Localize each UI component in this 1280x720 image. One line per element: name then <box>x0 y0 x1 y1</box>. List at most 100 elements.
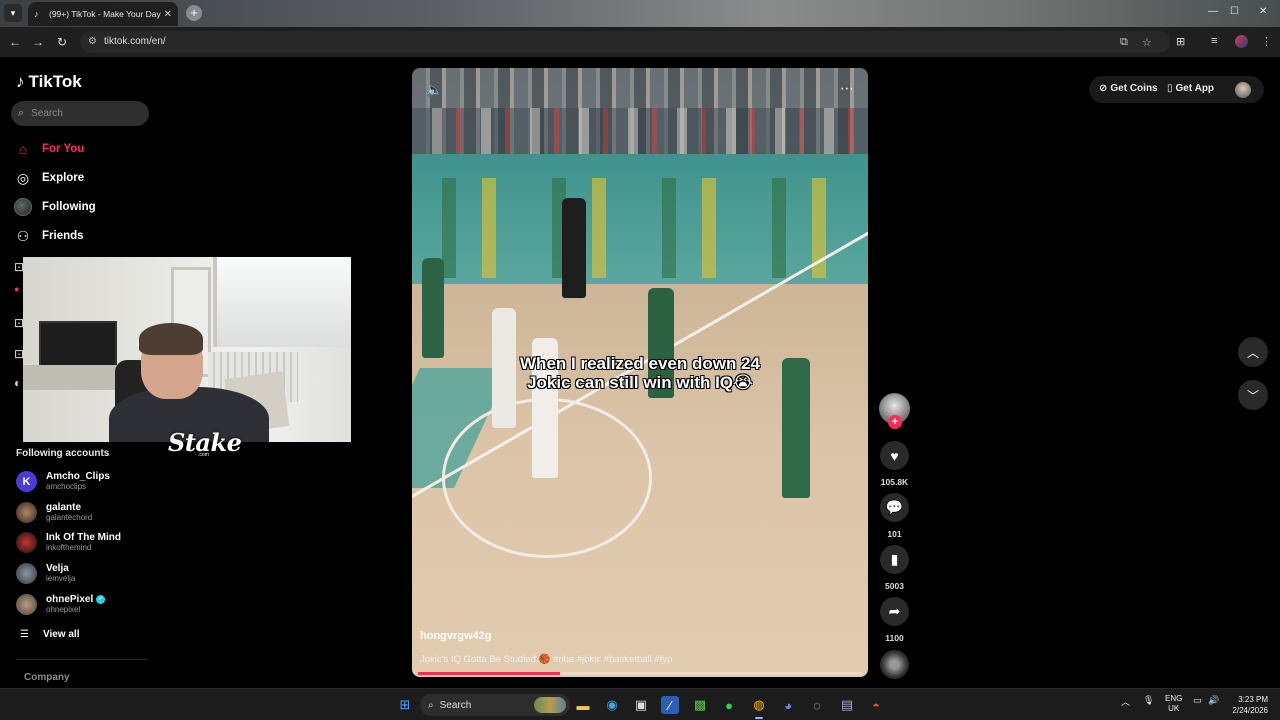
tab-search-button[interactable]: ▾ <box>4 4 22 22</box>
steam-icon[interactable]: ◌ <box>808 696 826 714</box>
volume-icon[interactable]: 🔈 <box>426 82 442 98</box>
tray-overflow-icon[interactable]: ︿ <box>1121 695 1130 708</box>
account-avatar: K <box>16 471 37 492</box>
video-player[interactable]: When I realized even down 24 Jokic can s… <box>412 68 868 677</box>
comment-button[interactable]: 💬 <box>880 493 909 522</box>
save-button[interactable]: ▮ <box>880 545 909 574</box>
nav-label: Following <box>42 201 96 213</box>
clock-time: 3:23 PM <box>1238 695 1268 704</box>
store-icon[interactable]: ▣ <box>632 696 650 714</box>
search-box[interactable]: ⌕ <box>11 101 149 126</box>
account-name: Velja <box>46 563 69 574</box>
app-icon[interactable]: ⁄ <box>661 696 679 714</box>
minecraft-icon[interactable]: ▩ <box>691 696 709 714</box>
account-handle: amchoclips <box>46 482 87 491</box>
browser-tab[interactable]: ♪ (99+) TikTok - Make Your Day ✕ <box>28 2 178 26</box>
following-account[interactable]: galante galantechord <box>16 502 146 523</box>
nav-friends[interactable]: ⚇ Friends <box>14 226 154 246</box>
account-handle: ohnepixel <box>46 605 81 614</box>
profile-icon[interactable]: ◐ <box>14 376 21 390</box>
coin-icon: ⊘ <box>1099 83 1108 94</box>
extensions-icon[interactable]: ⊞ <box>1176 35 1185 48</box>
get-coins-button[interactable]: ⊘ Get Coins <box>1099 83 1158 94</box>
following-avatar <box>14 198 32 216</box>
following-account[interactable]: Ink Of The Mind inkofthemind <box>16 532 146 553</box>
browser-profile-avatar[interactable] <box>1235 35 1248 48</box>
notepad-icon[interactable]: ▤ <box>838 696 856 714</box>
company-link[interactable]: Company <box>24 672 70 683</box>
address-bar-row: ← → ↻ ⚙ tiktok.com/en/ ⧉ ☆ ⊞ ≡ ⋮ <box>0 27 1280 57</box>
music-disc-icon[interactable] <box>880 650 909 679</box>
menu-kebab-icon[interactable]: ⋮ <box>1261 35 1272 48</box>
follow-plus-icon[interactable]: + <box>888 415 902 429</box>
chrome-icon[interactable]: ◍ <box>750 696 768 714</box>
caption-line: Jokic can still win with IQ😭 <box>527 373 753 392</box>
install-app-icon[interactable]: ⧉ <box>1120 36 1128 49</box>
minimize-icon[interactable]: — <box>1208 6 1218 17</box>
comment-count: 101 <box>887 529 902 539</box>
media-controls-icon[interactable]: ≡ <box>1211 35 1217 47</box>
app-extra-icon[interactable]: ◓ <box>867 696 885 714</box>
account-avatar <box>16 594 37 615</box>
share-button[interactable]: ➦ <box>880 597 909 626</box>
reload-icon[interactable]: ↻ <box>55 35 69 49</box>
windows-start-icon[interactable]: ⊞ <box>396 696 414 714</box>
next-video-button[interactable]: ﹀ <box>1238 380 1268 410</box>
video-author[interactable]: hongvrgw42g <box>420 630 492 642</box>
url-field[interactable]: ⚙ tiktok.com/en/ ⧉ ☆ <box>80 31 1170 53</box>
account-avatar <box>16 532 37 553</box>
network-icon[interactable]: ▭ <box>1193 695 1202 706</box>
nav-explore[interactable]: ◎ Explore <box>14 168 154 188</box>
search-icon: ⌕ <box>428 699 434 711</box>
bookmark-icon: ▮ <box>890 551 899 567</box>
account-handle: galantechord <box>46 513 93 522</box>
following-account[interactable]: Velja iemvelja <box>16 563 146 584</box>
tab-title: (99+) TikTok - Make Your Day <box>49 9 161 19</box>
like-button[interactable]: ♥ <box>880 441 909 470</box>
following-account[interactable]: ohnePixel ✓ ohnepixel <box>16 594 146 615</box>
microphone-icon[interactable]: 🎙 <box>1143 695 1154 706</box>
user-avatar[interactable] <box>1235 82 1251 98</box>
volume-tray-icon[interactable]: 🔊 <box>1208 695 1219 706</box>
bookmark-star-icon[interactable]: ☆ <box>1142 36 1152 49</box>
view-all-button[interactable]: ☰ View all <box>20 629 79 640</box>
nav-following[interactable]: Following <box>14 197 154 217</box>
spotify-icon[interactable]: ● <box>720 696 738 714</box>
activity-badge-icon[interactable]: ● <box>14 284 19 294</box>
compass-icon: ◎ <box>16 169 30 186</box>
back-icon[interactable]: ← <box>8 35 22 49</box>
list-icon: ☰ <box>20 629 29 640</box>
video-caption: When I realized even down 24 Jokic can s… <box>412 354 868 392</box>
taskbar-search-label: Search <box>439 699 472 711</box>
language-indicator[interactable]: ENG UK <box>1165 694 1182 714</box>
file-explorer-icon[interactable]: ▬ <box>574 696 592 714</box>
site-info-icon[interactable]: ⚙ <box>88 36 97 47</box>
tab-close-icon[interactable]: ✕ <box>164 9 172 20</box>
more-options-icon[interactable]: ⋯ <box>840 80 854 97</box>
close-window-icon[interactable]: ✕ <box>1259 6 1267 17</box>
account-name: galante <box>46 502 82 513</box>
sidebar-divider <box>16 659 148 660</box>
clock-date: 2/24/2026 <box>1232 706 1268 715</box>
search-input[interactable] <box>31 108 132 119</box>
following-account[interactable]: K Amcho_Clips amchoclips <box>16 471 146 492</box>
tiktok-note-icon: ♪ <box>16 72 25 91</box>
maximize-icon[interactable]: ☐ <box>1230 6 1239 17</box>
get-app-button[interactable]: ▯ Get App <box>1167 83 1214 94</box>
windows-taskbar: ⊞ ⌕ Search ▬ ◉ ▣ ⁄ ▩ ● ◍ ◕ ◌ ▤ ◓ ︿ 🎙 ENG… <box>0 688 1280 720</box>
new-tab-button[interactable]: + <box>186 5 202 21</box>
video-progress-bar[interactable] <box>418 672 862 675</box>
nav-for-you[interactable]: ⌂ For You <box>14 139 154 159</box>
tiktok-logo[interactable]: ♪ TikTok <box>16 72 82 92</box>
tiktok-favicon-icon: ♪ <box>34 9 39 19</box>
video-progress-fill <box>418 672 561 675</box>
previous-video-button[interactable]: ︿ <box>1238 337 1268 367</box>
nav-label: Friends <box>42 230 84 242</box>
language-line: ENG <box>1165 694 1183 703</box>
taskbar-clock[interactable]: 3:23 PM 2/24/2026 <box>1228 694 1268 716</box>
url-text: tiktok.com/en/ <box>104 36 166 47</box>
edge-icon[interactable]: ◉ <box>603 696 621 714</box>
discord-icon[interactable]: ◕ <box>779 696 797 714</box>
forward-icon[interactable]: → <box>31 35 45 49</box>
taskbar-search[interactable]: ⌕ Search <box>420 694 570 716</box>
